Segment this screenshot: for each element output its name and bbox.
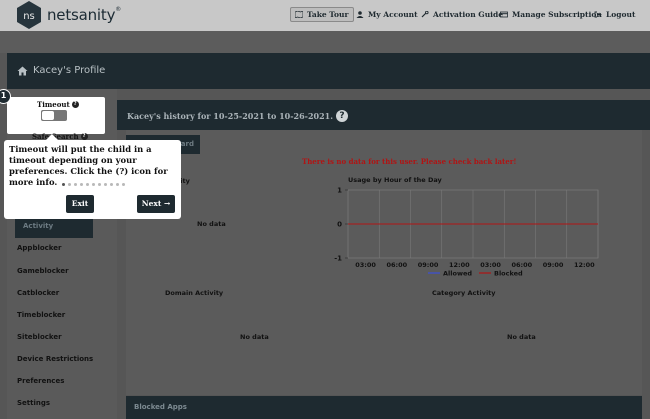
domain-activity-nodata: No data [240,333,269,341]
activation-guide-link[interactable]: Activation Guide [421,10,503,19]
usage-by-hour-chart: 1 0 -1 03:00 06:00 09:00 12:00 03:00 06:00 09:00 1… [334,187,599,278]
x-tick-label: 09:00 [418,261,439,269]
y-tick-label: -1 [334,255,342,263]
trademark-symbol: ® [115,6,122,13]
tour-next-button[interactable]: Next → [137,195,175,213]
profile-title-text: Kacey's Profile [33,65,106,76]
x-tick-label: 12:00 [574,261,595,269]
blocked-apps-title: Blocked Apps [134,403,187,411]
x-tick-label: 09:00 [543,261,564,269]
map-icon [295,11,303,18]
brand-text: netsanity [47,6,116,24]
timeout-label-text: Timeout [37,100,70,109]
history-title: Kacey's history for 10-25-2021 to 10-26-… [127,110,349,122]
user-icon [356,11,364,18]
home-icon [17,66,28,75]
tour-progress-dot [62,183,65,186]
domain-activity-title: Domain Activity [165,289,224,297]
my-account-link[interactable]: My Account [356,10,418,19]
tour-highlight-timeout: Timeout ? [7,97,105,134]
tour-progress-dot [104,183,107,186]
x-tick-label: 06:00 [512,261,533,269]
tour-progress-dot [98,183,101,186]
brand-name: netsanity® [47,6,121,24]
blocked-apps-header: Blocked Apps [126,396,642,419]
take-tour-label: Take Tour [307,10,349,19]
top-bar: ns netsanity® Take Tour My Account Activ… [0,0,650,31]
tour-progress-dot [74,183,77,186]
profile-title: Kacey's Profile [17,65,105,76]
tour-progress-dots [62,183,125,186]
legend-label: Blocked [494,270,523,278]
tour-progress-dot [122,183,125,186]
svg-text:ns: ns [23,11,35,22]
popover-arrow [46,134,58,140]
sidebar-item-preferences[interactable]: Preferences [17,377,64,385]
x-tick-label: 06:00 [387,261,408,269]
sidebar-item-timeblocker[interactable]: Timeblocker [17,311,65,319]
sidebar-item-appblocker[interactable]: Appblocker [17,244,61,252]
sidebar-item-activity[interactable]: Activity [15,216,93,238]
sidebar-item-device-restrictions[interactable]: Device Restrictions [17,355,93,363]
manage-subscription-label: Manage Subscription [512,10,602,19]
safe-search-help-icon[interactable]: ? [80,133,88,140]
category-activity-nodata: No data [507,333,536,341]
take-tour-button[interactable]: Take Tour [290,7,355,22]
history-header: Kacey's history for 10-25-2021 to 10-26-… [117,100,650,130]
header-spacer [0,31,650,53]
timeout-label: Timeout ? [37,100,79,109]
sidebar-item-gameblocker[interactable]: Gameblocker [17,267,69,275]
toggle-knob [42,111,54,120]
x-tick-label: 03:00 [355,261,376,269]
sidebar-item-catblocker[interactable]: Catblocker [17,289,59,297]
no-data-message: There is no data for this user. Please c… [302,157,517,166]
y-tick-label: 1 [337,187,342,195]
my-account-label: My Account [368,10,418,19]
tour-progress-dot [110,183,113,186]
category-activity-title: Category Activity [432,289,496,297]
manage-subscription-link[interactable]: Manage Subscription [500,10,602,19]
legend-label: Allowed [443,270,472,278]
sidebar-item-siteblocker[interactable]: Siteblocker [17,333,62,341]
tour-text: Timeout will put the child in a timeout … [9,144,168,187]
tour-progress-dot [92,183,95,186]
history-title-text: Kacey's history for 10-25-2021 to 10-26-… [127,111,334,121]
logout-icon [594,11,602,18]
timeout-toggle[interactable] [41,110,67,121]
help-icon[interactable]: ? [336,110,349,122]
logout-link[interactable]: Logout [594,10,635,19]
sidebar-item-settings[interactable]: Settings [17,399,50,407]
logout-label: Logout [606,10,636,19]
credit-card-icon [500,11,508,18]
tour-progress-dot [86,183,89,186]
activation-guide-label: Activation Guide [433,10,504,19]
timeout-help-icon[interactable]: ? [71,101,79,108]
y-tick-label: 0 [337,221,342,229]
netsanity-logo[interactable]: ns [16,0,42,30]
wrench-icon [421,11,429,18]
tour-progress-dot [68,183,71,186]
profile-header: Kacey's Profile [7,53,650,89]
sidebar-item-label: Activity [23,222,54,230]
x-tick-label: 03:00 [480,261,501,269]
x-tick-label: 12:00 [449,261,470,269]
tour-exit-button[interactable]: Exit [66,195,94,213]
device-activity-nodata: No data [197,220,226,228]
tour-progress-dot [116,183,119,186]
tour-popover: Timeout will put the child in a timeout … [4,134,181,219]
tour-progress-dot [80,183,83,186]
